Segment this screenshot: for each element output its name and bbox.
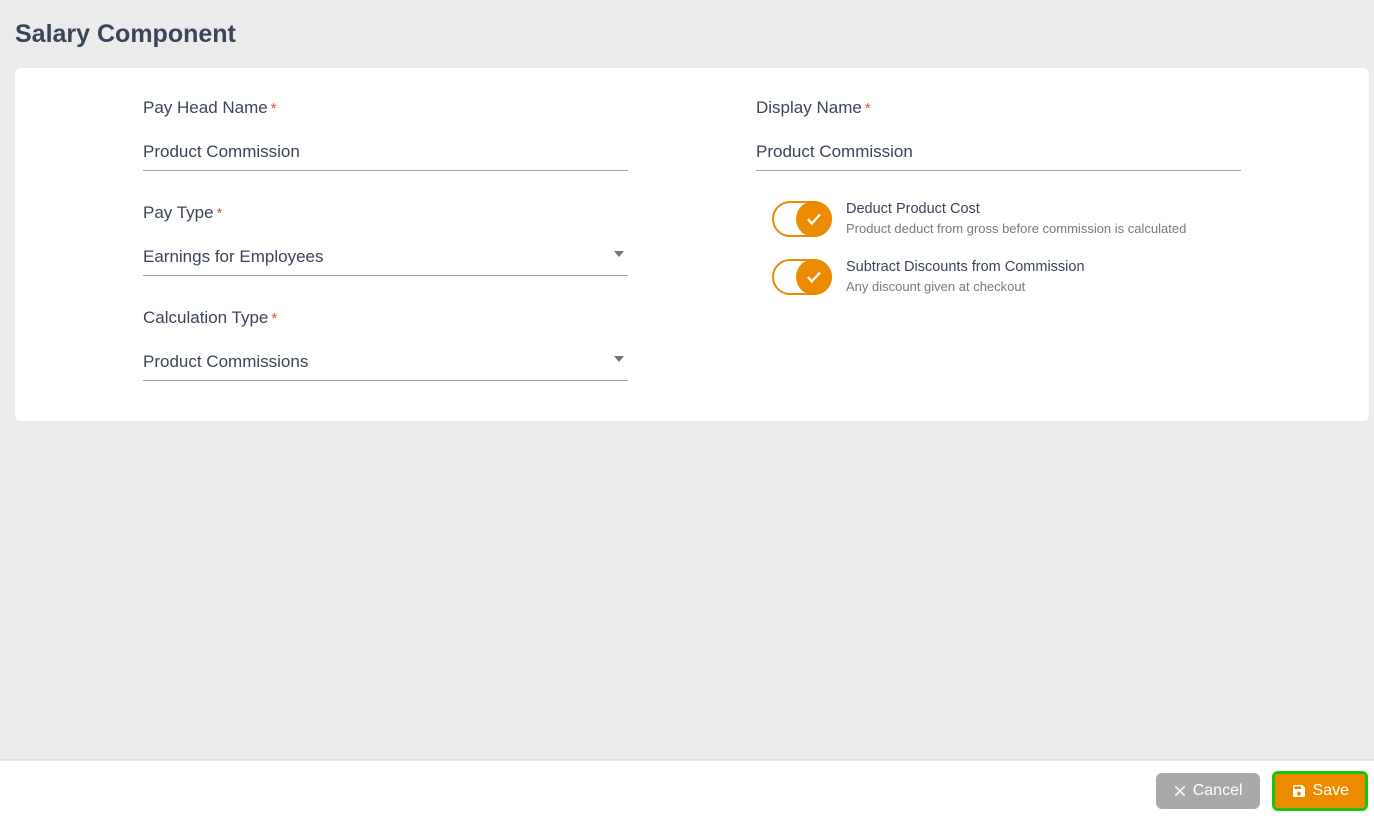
pay-type-value[interactable] bbox=[143, 245, 628, 276]
page-background: Salary Component Pay Head Name* Pay Type… bbox=[0, 0, 1374, 760]
display-name-label: Display Name* bbox=[756, 98, 1241, 118]
toggle-desc: Any discount given at checkout bbox=[846, 279, 1085, 294]
cancel-button[interactable]: Cancel bbox=[1156, 773, 1260, 809]
calc-type-label: Calculation Type* bbox=[143, 308, 628, 328]
required-asterisk: * bbox=[865, 100, 871, 117]
field-pay-type: Pay Type* bbox=[143, 203, 628, 276]
save-label: Save bbox=[1313, 782, 1349, 800]
toggle-desc: Product deduct from gross before commiss… bbox=[846, 221, 1186, 236]
check-icon bbox=[805, 268, 823, 286]
toggle-deduct-cost[interactable] bbox=[772, 201, 832, 237]
field-display-name: Display Name* bbox=[756, 98, 1241, 171]
pay-type-label: Pay Type* bbox=[143, 203, 628, 223]
required-asterisk: * bbox=[217, 205, 223, 222]
page-title: Salary Component bbox=[0, 0, 1374, 67]
cancel-label: Cancel bbox=[1193, 782, 1243, 800]
save-button[interactable]: Save bbox=[1275, 774, 1365, 808]
toggle-knob bbox=[796, 259, 832, 295]
label-text: Display Name bbox=[756, 98, 862, 117]
toggle-text: Subtract Discounts from Commission Any d… bbox=[846, 259, 1085, 294]
toggle-subtract-discounts[interactable] bbox=[772, 259, 832, 295]
form-card: Pay Head Name* Pay Type* Calculation Typ… bbox=[14, 67, 1370, 422]
label-text: Calculation Type bbox=[143, 308, 268, 327]
field-pay-head-name: Pay Head Name* bbox=[143, 98, 628, 171]
toggle-deduct-cost-row: Deduct Product Cost Product deduct from … bbox=[772, 201, 1241, 237]
calc-type-select[interactable] bbox=[143, 350, 628, 381]
save-icon bbox=[1291, 783, 1307, 799]
footer-bar: Cancel Save bbox=[0, 760, 1374, 820]
label-text: Pay Type bbox=[143, 203, 214, 222]
field-calc-type: Calculation Type* bbox=[143, 308, 628, 381]
pay-head-name-input[interactable] bbox=[143, 140, 628, 171]
calc-type-value[interactable] bbox=[143, 350, 628, 381]
form-column-right: Display Name* Deduct Product Cost Produc… bbox=[756, 98, 1339, 381]
toggle-title: Subtract Discounts from Commission bbox=[846, 259, 1085, 275]
required-asterisk: * bbox=[271, 100, 277, 117]
save-highlight: Save bbox=[1272, 771, 1368, 811]
required-asterisk: * bbox=[271, 310, 277, 327]
toggle-group: Deduct Product Cost Product deduct from … bbox=[756, 201, 1241, 295]
form-column-left: Pay Head Name* Pay Type* Calculation Typ… bbox=[45, 98, 726, 381]
pay-type-select[interactable] bbox=[143, 245, 628, 276]
label-text: Pay Head Name bbox=[143, 98, 268, 117]
close-icon bbox=[1173, 784, 1187, 798]
toggle-title: Deduct Product Cost bbox=[846, 201, 1186, 217]
check-icon bbox=[805, 210, 823, 228]
display-name-input[interactable] bbox=[756, 140, 1241, 171]
toggle-knob bbox=[796, 201, 832, 237]
pay-head-name-label: Pay Head Name* bbox=[143, 98, 628, 118]
toggle-text: Deduct Product Cost Product deduct from … bbox=[846, 201, 1186, 236]
toggle-subtract-disc-row: Subtract Discounts from Commission Any d… bbox=[772, 259, 1241, 295]
